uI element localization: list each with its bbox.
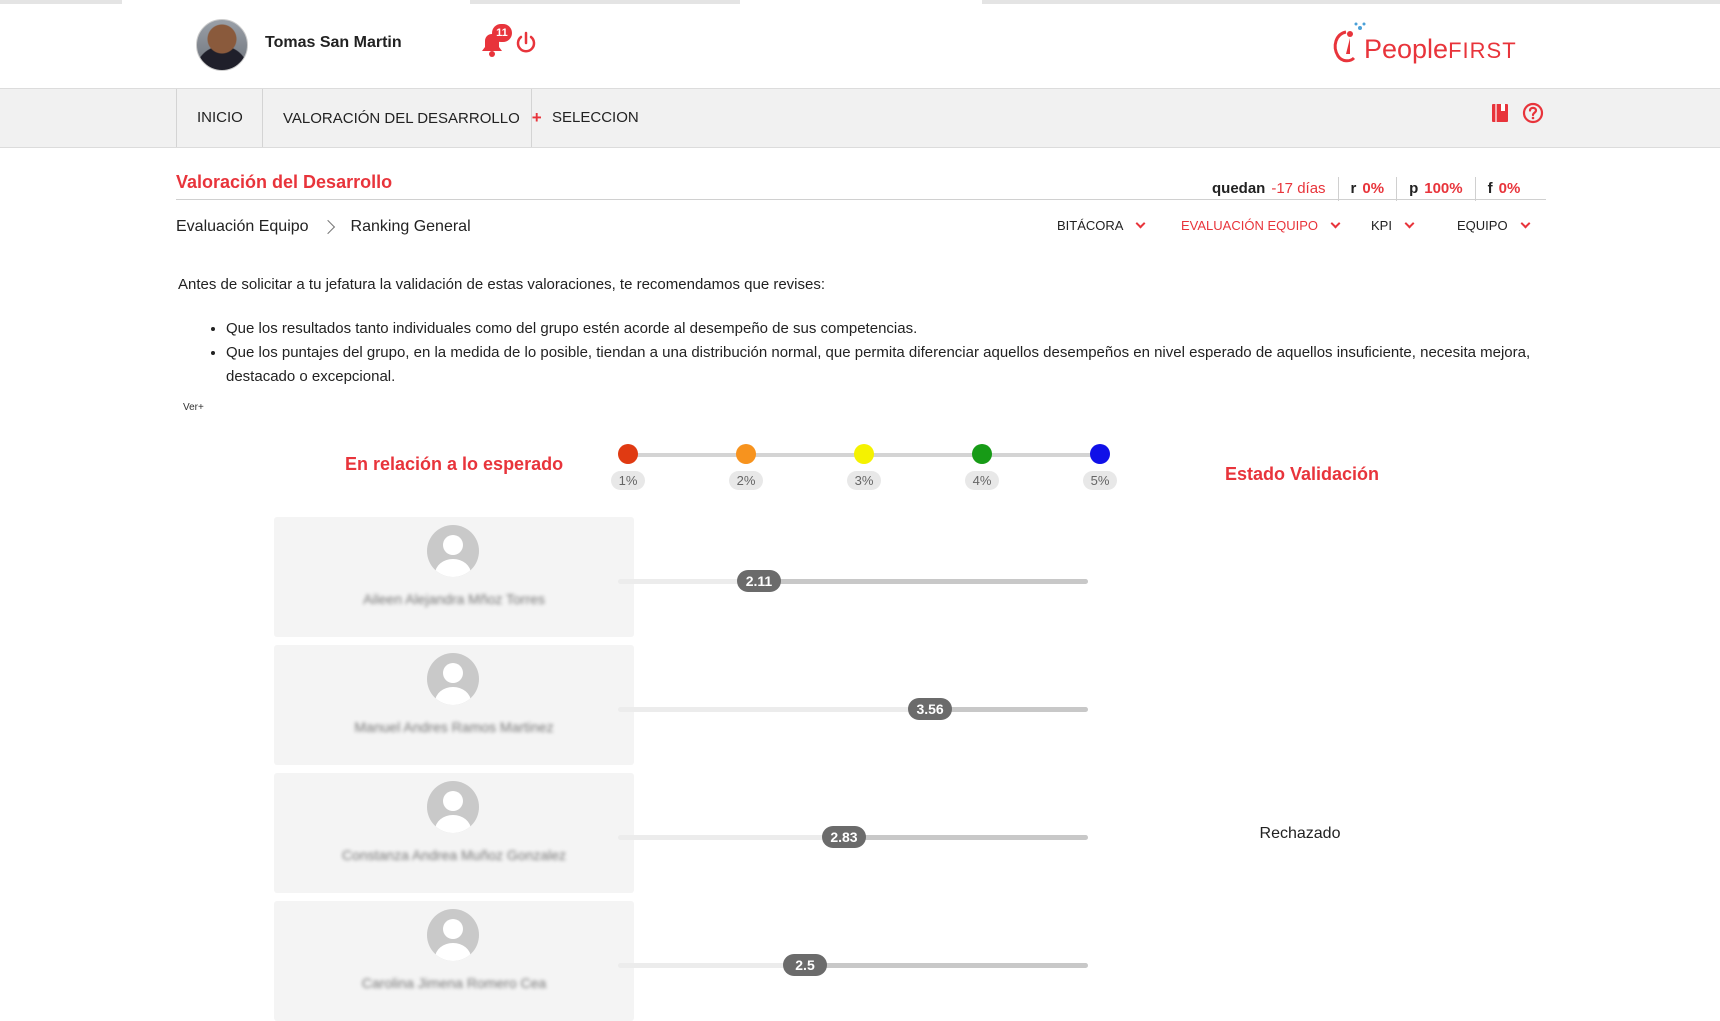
recommendation-list: Que los resultados tanto individuales co…: [208, 317, 1548, 389]
peoplefirst-logo[interactable]: PeopleFIRST: [1328, 20, 1538, 70]
stat-quedan: quedan -17 días: [1212, 180, 1326, 197]
nav-item-valoracion[interactable]: VALORACIÓN DEL DESARROLLO +: [262, 89, 562, 147]
page-title: Valoración del Desarrollo: [176, 172, 393, 192]
employee-name: Aileen Alejandra Mñoz Torres: [363, 591, 545, 607]
intro-text: Antes de solicitar a tu jefatura la vali…: [178, 276, 826, 293]
help-circle-icon[interactable]: [1522, 102, 1544, 124]
legend-dot: [618, 444, 638, 464]
submenu-evaluacion-equipo[interactable]: EVALUACIÓN EQUIPO: [1181, 218, 1341, 233]
score-slider[interactable]: [618, 579, 1088, 584]
user-avatar-icon: [427, 653, 479, 705]
legend-dot: [736, 444, 756, 464]
legend-label: 5%: [1083, 471, 1117, 490]
legend-dot: [1090, 444, 1110, 464]
power-icon[interactable]: [515, 31, 537, 55]
list-item: Que los resultados tanto individuales co…: [226, 317, 1548, 341]
chevron-down-icon: [1330, 218, 1341, 229]
legend-label: 2%: [729, 471, 763, 490]
legend-label: 4%: [965, 471, 999, 490]
score-slider-fill: [930, 707, 1088, 712]
logo-figure-icon: [1333, 22, 1366, 63]
legend-dot: [972, 444, 992, 464]
stat-r: r 0%: [1337, 177, 1397, 201]
book-icon[interactable]: [1489, 102, 1511, 124]
breadcrumb: Evaluación Equipo Ranking General: [176, 218, 471, 236]
score-slider[interactable]: [618, 963, 1088, 968]
employee-card[interactable]: Carolina Jimena Romero Cea: [274, 901, 634, 1021]
score-slider-handle[interactable]: 2.5: [783, 954, 827, 976]
logo-text: PeopleFIRST: [1364, 34, 1517, 64]
chevron-down-icon: [1136, 218, 1146, 229]
score-slider-handle[interactable]: 2.83: [821, 826, 866, 848]
validation-status: Rechazado: [1259, 825, 1341, 842]
employee-card[interactable]: Aileen Alejandra Mñoz Torres: [274, 517, 634, 637]
submenu-bitacora[interactable]: BITÁCORA: [1057, 218, 1146, 233]
chevron-right-icon: [320, 219, 335, 235]
breadcrumb-ranking-general: Ranking General: [350, 218, 471, 235]
employee-name: Carolina Jimena Romero Cea: [361, 975, 547, 991]
stat-p: p 100%: [1396, 177, 1475, 201]
nav-item-inicio[interactable]: INICIO: [176, 89, 263, 147]
app-header: Tomas San Martin 11 PeopleFIRST: [0, 4, 1720, 88]
score-slider[interactable]: [618, 707, 1088, 712]
nav-item-seleccion[interactable]: SELECCION: [531, 89, 659, 147]
user-avatar-icon: [427, 781, 479, 833]
employee-card[interactable]: Constanza Andrea Muñoz Gonzalez: [274, 773, 634, 893]
notification-badge: 11: [492, 24, 512, 42]
avatar[interactable]: [196, 19, 248, 71]
list-item: Que los puntajes del grupo, en la medida…: [226, 341, 1548, 389]
score-slider-handle[interactable]: 2.11: [736, 570, 781, 592]
ver-more-link[interactable]: Ver+: [183, 402, 204, 413]
submenu-equipo[interactable]: EQUIPO: [1457, 218, 1531, 233]
chevron-down-icon: [1404, 218, 1415, 229]
scale-title: En relación a lo esperado: [345, 454, 564, 474]
legend-label: 1%: [611, 471, 645, 490]
main-nav: INICIO VALORACIÓN DEL DESARROLLO + SELECC…: [0, 88, 1720, 148]
employee-card[interactable]: Manuel Andres Ramos Martinez: [274, 645, 634, 765]
employee-name: Manuel Andres Ramos Martinez: [354, 719, 554, 735]
legend-label: 3%: [847, 471, 881, 490]
legend-dot: [854, 444, 874, 464]
user-avatar-icon: [427, 525, 479, 577]
user-avatar-icon: [427, 909, 479, 961]
status-column-title: Estado Validación: [1225, 464, 1380, 484]
submenu-kpi[interactable]: KPI: [1371, 218, 1415, 233]
user-name: Tomas San Martin: [265, 34, 402, 51]
breadcrumb-evaluacion-equipo[interactable]: Evaluación Equipo: [176, 218, 309, 236]
score-slider-handle[interactable]: 3.56: [908, 698, 953, 720]
score-slider-fill: [843, 835, 1088, 840]
stat-f: f 0%: [1474, 177, 1533, 201]
employee-name: Constanza Andrea Muñoz Gonzalez: [341, 847, 567, 863]
score-slider-fill: [758, 579, 1088, 584]
chevron-down-icon: [1520, 218, 1531, 229]
status-stats: quedan -17 días r 0% p 100% f 0%: [1200, 176, 1532, 202]
score-slider-fill: [805, 963, 1088, 968]
